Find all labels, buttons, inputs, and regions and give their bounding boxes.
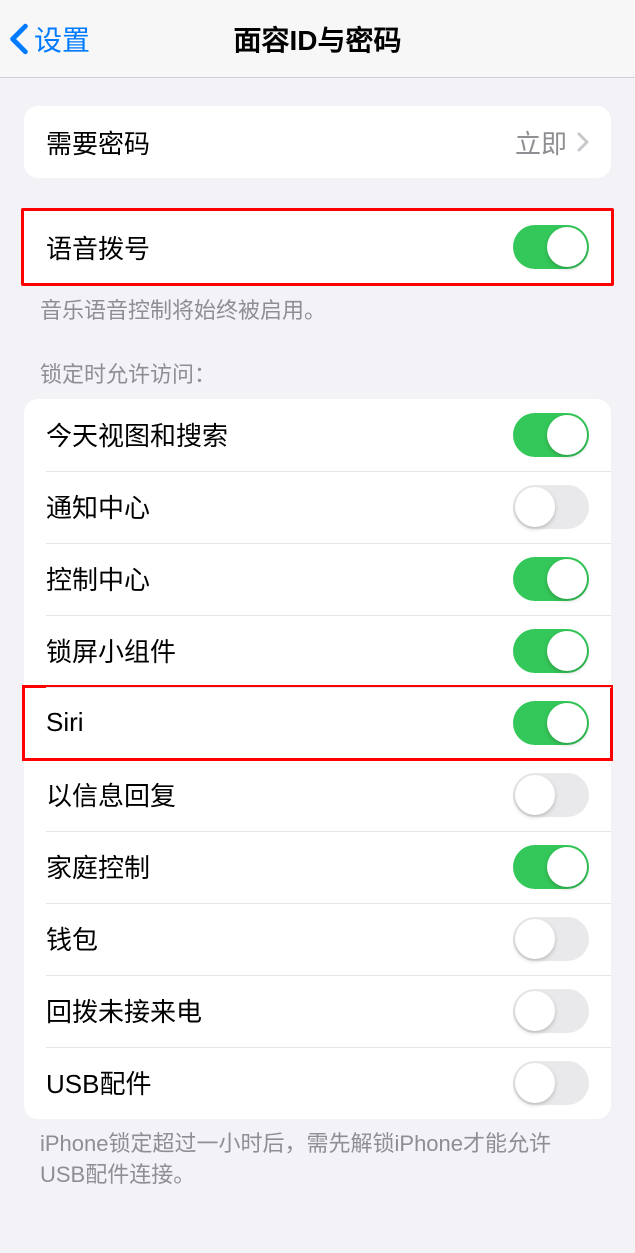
- lock-access-label: 控制中心: [46, 560, 513, 597]
- chevron-left-icon: [8, 23, 30, 55]
- toggle-knob: [515, 487, 555, 527]
- lock-access-toggle[interactable]: [513, 413, 589, 457]
- page-title: 面容ID与密码: [0, 19, 635, 59]
- voice-dial-highlight: 语音拨号: [21, 208, 614, 286]
- toggle-knob: [515, 1063, 555, 1103]
- toggle-knob: [515, 775, 555, 815]
- lock-access-toggle[interactable]: [513, 989, 589, 1033]
- lock-access-label: Siri: [46, 707, 513, 738]
- lock-access-list: 今天视图和搜索通知中心控制中心锁屏小组件 Siri 以信息回复家庭控制钱包回拨未接来…: [24, 399, 611, 1119]
- lock-access-row: 回拨未接来电: [24, 975, 611, 1047]
- require-passcode-label: 需要密码: [46, 124, 515, 161]
- lock-access-row: 通知中心: [24, 471, 611, 543]
- lock-access-label: 家庭控制: [46, 848, 513, 885]
- lock-access-label: 回拨未接来电: [46, 992, 513, 1029]
- lock-access-toggle[interactable]: [513, 629, 589, 673]
- voice-dial-footer: 音乐语音控制将始终被启用。: [0, 286, 635, 327]
- voice-dial-row: 语音拨号: [24, 211, 611, 283]
- lock-access-row: 今天视图和搜索: [24, 399, 611, 471]
- lock-access-row: USB配件: [24, 1047, 611, 1119]
- lock-access-label: USB配件: [46, 1064, 513, 1101]
- toggle-knob: [515, 991, 555, 1031]
- lock-access-toggle[interactable]: [513, 1061, 589, 1105]
- lock-access-toggle[interactable]: [513, 701, 589, 745]
- lock-access-row: 控制中心: [24, 543, 611, 615]
- lock-access-toggle[interactable]: [513, 845, 589, 889]
- toggle-knob: [547, 631, 587, 671]
- lock-access-toggle[interactable]: [513, 773, 589, 817]
- toggle-knob: [515, 919, 555, 959]
- lock-access-toggle[interactable]: [513, 557, 589, 601]
- toggle-knob: [547, 703, 587, 743]
- lock-access-footer: iPhone锁定超过一小时后，需先解锁iPhone才能允许USB配件连接。: [0, 1119, 635, 1191]
- chevron-right-icon: [577, 132, 589, 152]
- toggle-knob: [547, 227, 587, 267]
- navigation-bar: 设置 面容ID与密码: [0, 0, 635, 78]
- back-label: 设置: [34, 19, 90, 59]
- lock-access-toggle[interactable]: [513, 485, 589, 529]
- lock-access-row: 锁屏小组件: [24, 615, 611, 687]
- toggle-knob: [547, 847, 587, 887]
- lock-access-row: Siri: [24, 687, 611, 759]
- toggle-knob: [547, 415, 587, 455]
- lock-access-label: 今天视图和搜索: [46, 416, 513, 453]
- lock-access-row: 家庭控制: [24, 831, 611, 903]
- lock-access-header: 锁定时允许访问：: [0, 357, 635, 399]
- lock-access-row: 钱包: [24, 903, 611, 975]
- lock-access-label: 通知中心: [46, 488, 513, 525]
- toggle-knob: [547, 559, 587, 599]
- lock-access-label: 钱包: [46, 920, 513, 957]
- lock-access-label: 以信息回复: [46, 776, 513, 813]
- lock-access-toggle[interactable]: [513, 917, 589, 961]
- lock-access-row: 以信息回复: [24, 759, 611, 831]
- require-passcode-value: 立即: [515, 124, 567, 161]
- require-passcode-row[interactable]: 需要密码 立即: [24, 106, 611, 178]
- back-button[interactable]: 设置: [8, 19, 90, 59]
- voice-dial-label: 语音拨号: [46, 229, 513, 266]
- voice-dial-toggle[interactable]: [513, 225, 589, 269]
- lock-access-label: 锁屏小组件: [46, 632, 513, 669]
